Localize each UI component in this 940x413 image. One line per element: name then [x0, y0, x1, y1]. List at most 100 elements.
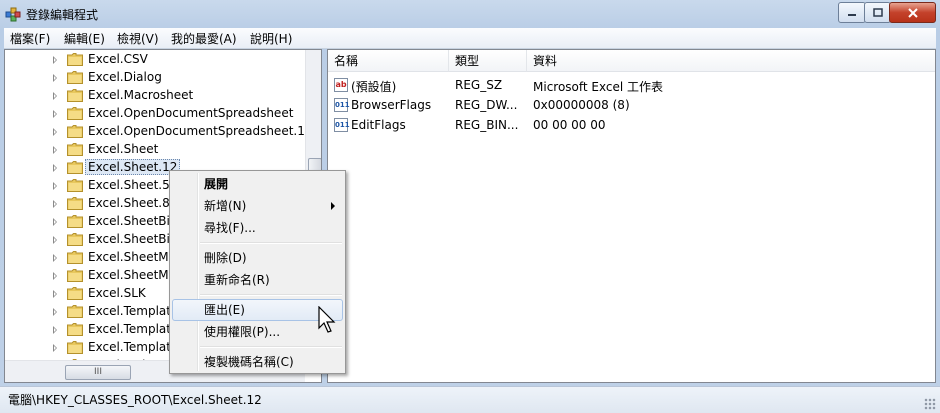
- expand-arrow-icon[interactable]: [53, 182, 57, 190]
- resize-grip-icon[interactable]: [924, 398, 936, 410]
- folder-icon: [67, 323, 83, 336]
- column-header-type[interactable]: 類型: [449, 50, 527, 72]
- menu-separator: [200, 242, 342, 244]
- tree-item-label: Excel.Dialog: [88, 70, 162, 84]
- expand-arrow-icon[interactable]: [53, 110, 57, 118]
- folder-icon: [67, 161, 83, 174]
- close-icon: [907, 7, 918, 18]
- submenu-arrow-icon: [331, 202, 335, 210]
- expand-arrow-icon[interactable]: [53, 146, 57, 154]
- string-value-icon: ab: [334, 78, 348, 92]
- values-pane[interactable]: 名稱 類型 資料 ab (預設值) REG_SZ Microsoft Excel 工作…: [327, 49, 936, 383]
- menu-view[interactable]: 檢視(V): [117, 30, 159, 47]
- value-data: 00 00 00 00: [533, 118, 606, 132]
- menu-item-copy-key-name[interactable]: 複製機碼名稱(C): [172, 351, 343, 373]
- expand-arrow-icon[interactable]: [53, 128, 57, 136]
- menu-file[interactable]: 檔案(F): [10, 30, 50, 47]
- tree-item-label: Excel.OpenDocumentSpreadsheet.12: [88, 124, 313, 138]
- tree-item[interactable]: Excel.Dialog: [5, 69, 310, 87]
- key-path: 電腦\HKEY_CLASSES_ROOT\Excel.Sheet.12: [8, 393, 262, 407]
- tree-item-label: Excel.SheetMa: [88, 250, 177, 264]
- tree-item-label: Excel.Templat: [88, 304, 171, 318]
- tree-item[interactable]: Excel.Sheet: [5, 141, 310, 159]
- registry-editor-icon: [5, 7, 21, 22]
- menu-separator: [200, 294, 342, 296]
- expand-arrow-icon[interactable]: [53, 308, 57, 316]
- expand-arrow-icon[interactable]: [53, 326, 57, 334]
- close-button[interactable]: [889, 2, 936, 23]
- expand-arrow-icon[interactable]: [53, 164, 57, 172]
- value-row[interactable]: ab (預設值) REG_SZ Microsoft Excel 工作表: [328, 75, 928, 95]
- tree-item-label: Excel.Sheet.8: [88, 196, 170, 210]
- tree-item-label: Excel.Macrosheet: [88, 88, 194, 102]
- menu-help[interactable]: 說明(H): [250, 30, 292, 47]
- tree-item-label: Excel.CSV: [88, 52, 148, 66]
- column-header-data[interactable]: 資料: [527, 50, 935, 72]
- expand-arrow-icon[interactable]: [53, 92, 57, 100]
- tree-item[interactable]: Excel.OpenDocumentSpreadsheet: [5, 105, 310, 123]
- tree-item-label: Excel.SheetMa: [88, 268, 177, 282]
- registry-editor-window: 登錄編輯程式 檔案(F) 編輯(E) 檢視(V) 我的最愛(A) 說明(H) E…: [0, 0, 940, 413]
- folder-icon: [67, 89, 83, 102]
- expand-arrow-icon[interactable]: [53, 254, 57, 262]
- tree-item-label: Excel.SheetBin: [88, 232, 178, 246]
- expand-arrow-icon[interactable]: [53, 344, 57, 352]
- folder-icon: [67, 287, 83, 300]
- menu-item-find[interactable]: 尋找(F)...: [172, 217, 343, 239]
- folder-icon: [67, 341, 83, 354]
- folder-icon: [67, 197, 83, 210]
- tree-item-label: Excel.OpenDocumentSpreadsheet: [88, 106, 294, 120]
- tree-item[interactable]: Excel.CSV: [5, 51, 310, 69]
- tree-item-label: Excel.Templat: [88, 340, 171, 354]
- column-header-name[interactable]: 名稱: [328, 50, 449, 72]
- minimize-button[interactable]: [838, 2, 866, 23]
- folder-icon: [67, 233, 83, 246]
- folder-icon: [67, 269, 83, 282]
- expand-arrow-icon[interactable]: [53, 74, 57, 82]
- expand-arrow-icon[interactable]: [53, 200, 57, 208]
- menu-separator: [200, 346, 342, 348]
- folder-icon: [67, 305, 83, 318]
- tree-item-label: Excel.SheetBin: [88, 214, 178, 228]
- tree-horizontal-scroll-thumb[interactable]: III: [65, 365, 131, 380]
- folder-icon: [67, 53, 83, 66]
- menu-item-new[interactable]: 新增(N): [172, 195, 343, 217]
- value-name: EditFlags: [351, 118, 406, 132]
- folder-icon: [67, 143, 83, 156]
- title-bar: 登錄編輯程式: [0, 0, 940, 28]
- folder-icon: [67, 179, 83, 192]
- expand-arrow-icon[interactable]: [53, 290, 57, 298]
- tree-item-label: Excel.SLK: [88, 286, 146, 300]
- menu-edit[interactable]: 編輯(E): [64, 30, 105, 47]
- expand-arrow-icon[interactable]: [53, 272, 57, 280]
- menu-bar: 檔案(F) 編輯(E) 檢視(V) 我的最愛(A) 說明(H): [4, 28, 936, 49]
- folder-icon: [67, 215, 83, 228]
- mouse-pointer-icon: [318, 306, 336, 333]
- window-title: 登錄編輯程式: [26, 8, 99, 22]
- context-menu: 展開 新增(N) 尋找(F)... 刪除(D) 重新命名(R) 匯出(E) 使用…: [169, 170, 346, 374]
- tree-item-label: Excel.Sheet.12: [85, 159, 181, 175]
- value-name: BrowserFlags: [351, 98, 432, 112]
- value-type: REG_DW...: [455, 98, 518, 112]
- tree-item[interactable]: Excel.Macrosheet: [5, 87, 310, 105]
- expand-arrow-icon[interactable]: [53, 236, 57, 244]
- expand-arrow-icon[interactable]: [53, 56, 57, 64]
- expand-arrow-icon[interactable]: [53, 218, 57, 226]
- maximize-button[interactable]: [864, 2, 891, 23]
- value-data: Microsoft Excel 工作表: [533, 80, 664, 94]
- folder-icon: [67, 251, 83, 264]
- maximize-icon: [872, 8, 883, 17]
- menu-item-expand[interactable]: 展開: [172, 173, 343, 195]
- menu-item-rename[interactable]: 重新命名(R): [172, 269, 343, 291]
- folder-icon: [67, 125, 83, 138]
- folder-icon: [67, 107, 83, 120]
- binary-value-icon: 011: [334, 118, 350, 132]
- value-data: 0x00000008 (8): [533, 98, 630, 112]
- minimize-icon: [848, 13, 856, 16]
- tree-item[interactable]: Excel.OpenDocumentSpreadsheet.12: [5, 123, 313, 141]
- value-row[interactable]: 011 EditFlags REG_BIN... 00 00 00 00: [328, 115, 928, 135]
- menu-favorites[interactable]: 我的最愛(A): [171, 30, 237, 47]
- menu-item-delete[interactable]: 刪除(D): [172, 247, 343, 269]
- tree-item-label: Excel.Templat: [88, 322, 171, 336]
- value-row[interactable]: 011 BrowserFlags REG_DW... 0x00000008 (8): [328, 95, 928, 115]
